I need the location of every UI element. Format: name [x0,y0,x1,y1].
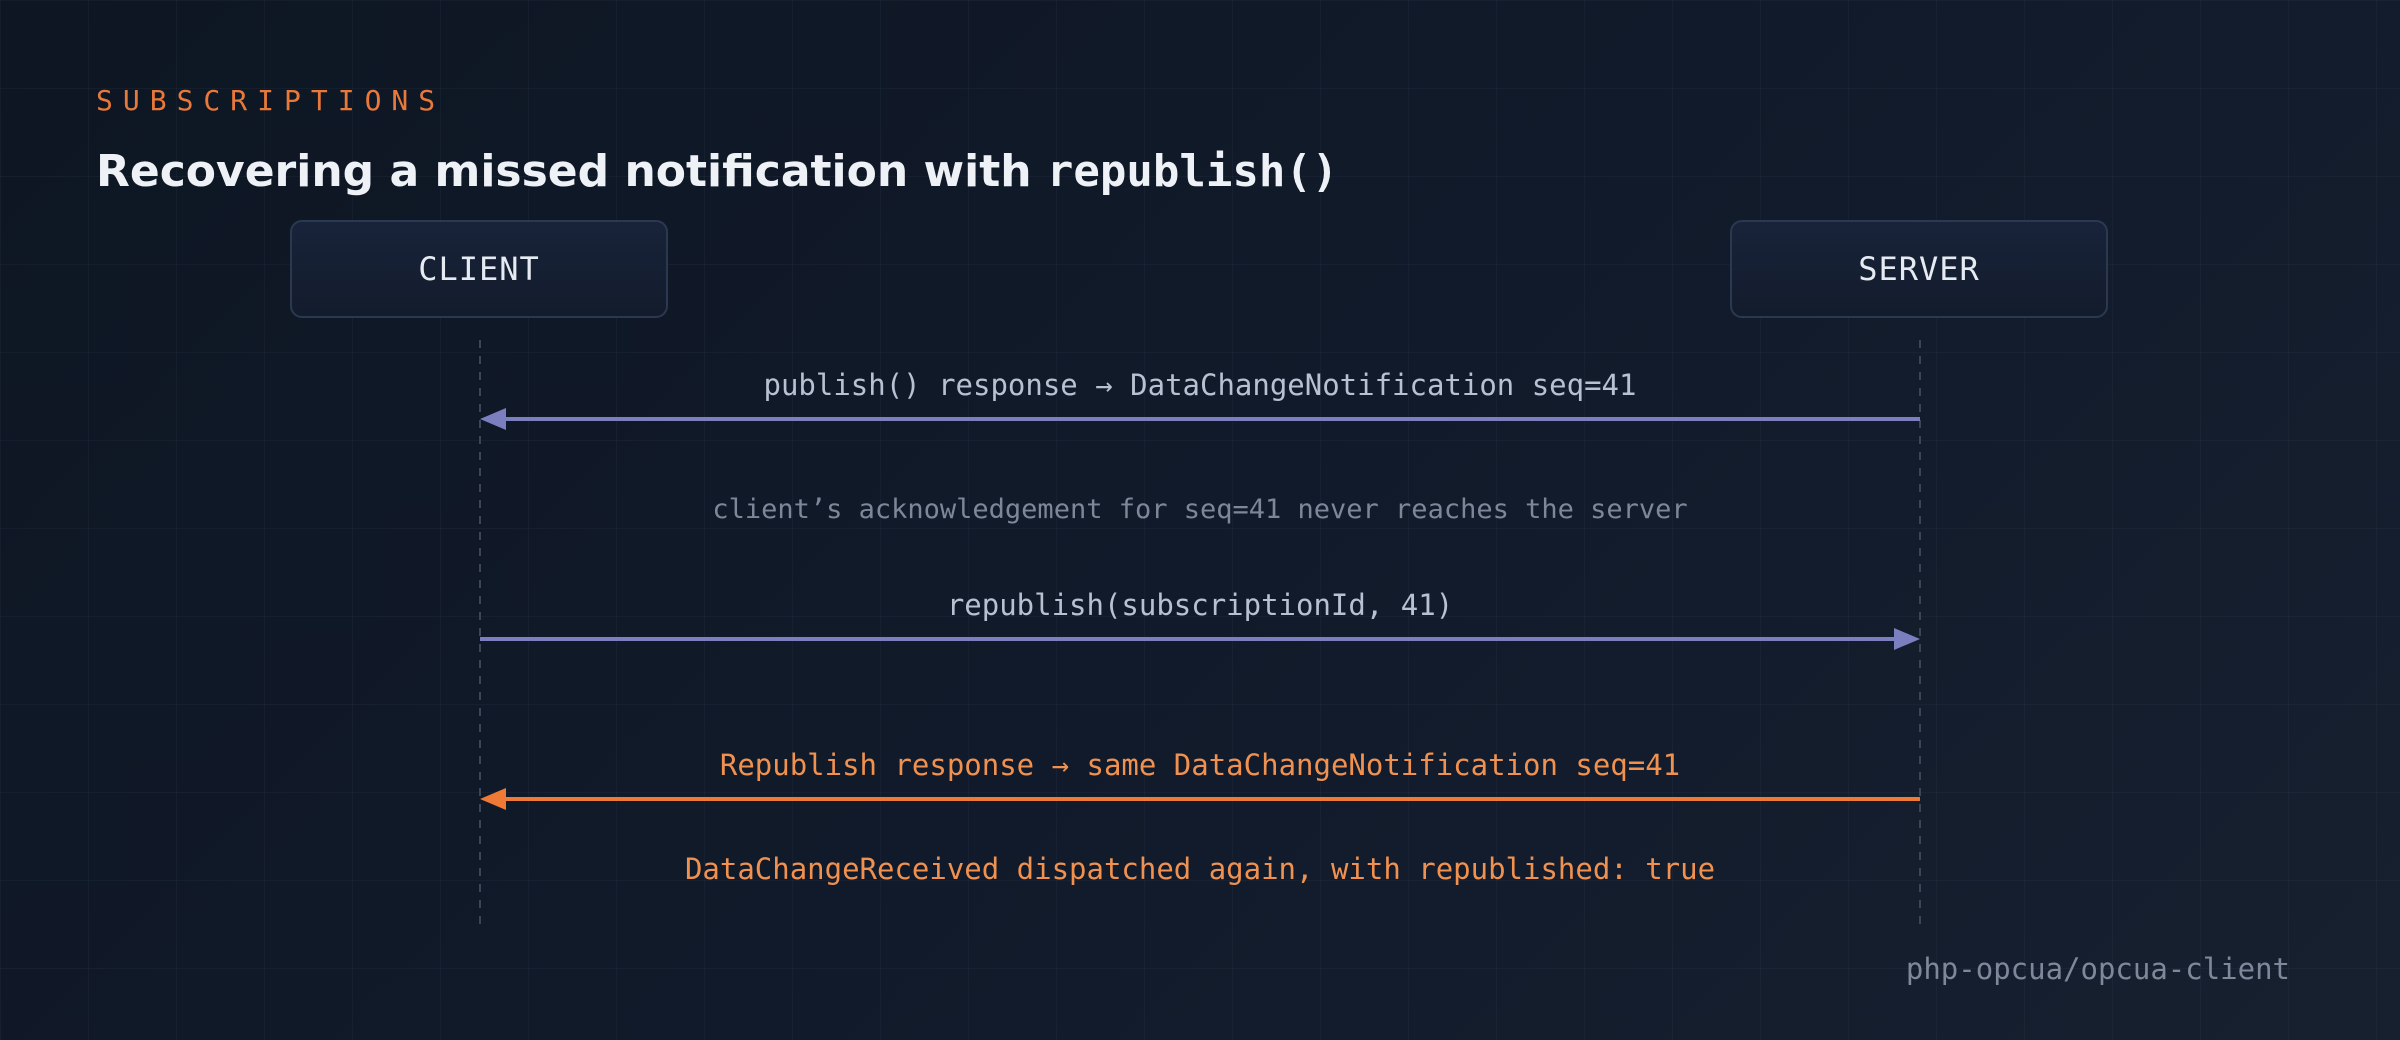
republish-response-label: Republish response → same DataChangeNoti… [719,748,1681,782]
publish-response-label: publish() response → DataChangeNotificat… [763,368,1637,402]
republish-response-arrowhead [480,788,506,810]
republish-request-label: republish(subscriptionId, 41) [946,588,1454,622]
republish-request-arrowhead [1894,628,1920,650]
publish-response-arrowhead [480,408,506,430]
ack-lost-note: client’s acknowledgement for seq=41 neve… [712,494,1688,525]
repo-footer: php-opcua/opcua-client [1905,952,2290,986]
data-change-received-note: DataChangeReceived dispatched again, wit… [684,852,1716,886]
